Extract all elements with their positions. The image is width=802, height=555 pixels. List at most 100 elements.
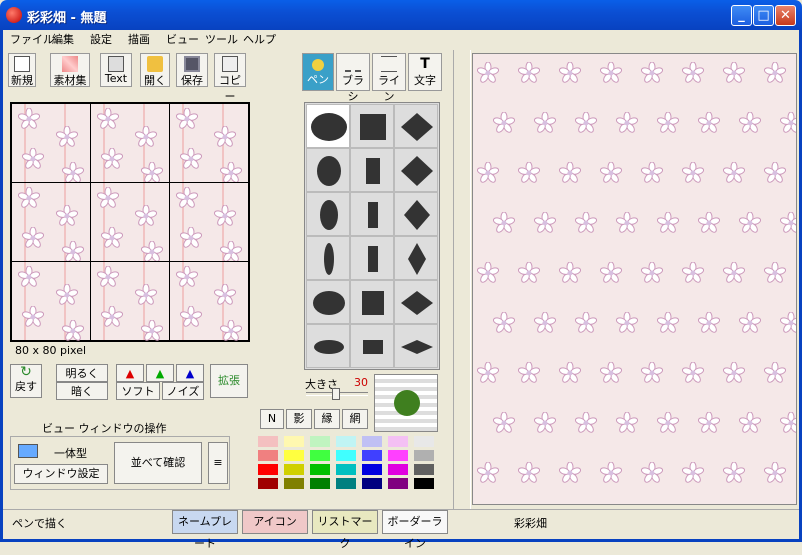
pattern-editor[interactable] bbox=[10, 102, 250, 342]
brush-tool-button[interactable]: ブラシ bbox=[336, 53, 370, 103]
brush-shape-square[interactable] bbox=[350, 148, 394, 192]
color-swatch[interactable] bbox=[414, 436, 434, 447]
app-tomato-icon[interactable] bbox=[6, 7, 22, 23]
soft-button[interactable]: ソフト bbox=[116, 382, 160, 400]
tile-check-button[interactable]: 並べて確認 bbox=[114, 442, 202, 484]
color-swatch[interactable] bbox=[258, 464, 278, 475]
pattern-cell[interactable] bbox=[169, 103, 249, 183]
color-swatch[interactable] bbox=[414, 450, 434, 461]
brush-shape-diamond[interactable] bbox=[394, 324, 438, 368]
brush-shape-circle[interactable] bbox=[306, 236, 350, 280]
brush-shape-diamond[interactable] bbox=[394, 104, 438, 148]
color-swatch[interactable] bbox=[414, 478, 434, 489]
brush-shape-diamond[interactable] bbox=[394, 192, 438, 236]
pattern-cell[interactable] bbox=[11, 103, 91, 183]
maximize-button[interactable]: □ bbox=[753, 5, 774, 26]
color-swatch[interactable] bbox=[284, 464, 304, 475]
color-swatch[interactable] bbox=[258, 436, 278, 447]
material-button[interactable]: 素材集 bbox=[50, 53, 90, 87]
color-swatch[interactable] bbox=[310, 464, 330, 475]
view-menu-button[interactable]: ≡ bbox=[208, 442, 228, 484]
blue-channel-button[interactable]: ▲ bbox=[176, 364, 204, 382]
pen-tool-button[interactable]: ペン bbox=[302, 53, 334, 91]
color-swatch[interactable] bbox=[388, 436, 408, 447]
menu-settings[interactable]: 設定 bbox=[90, 31, 112, 47]
brush-shape-diamond[interactable] bbox=[394, 236, 438, 280]
save-button[interactable]: 保存 bbox=[176, 53, 208, 87]
pattern-cell[interactable] bbox=[11, 261, 91, 341]
color-swatch[interactable] bbox=[284, 436, 304, 447]
color-swatch[interactable] bbox=[284, 478, 304, 489]
color-swatch[interactable] bbox=[336, 464, 356, 475]
panel-splitter[interactable] bbox=[453, 50, 471, 510]
brush-shape-circle[interactable] bbox=[306, 104, 350, 148]
brush-shape-square[interactable] bbox=[350, 104, 394, 148]
expand-button[interactable]: 拡張 bbox=[210, 364, 248, 398]
brush-shape-circle[interactable] bbox=[306, 280, 350, 324]
tab-icon[interactable]: アイコン bbox=[242, 510, 308, 534]
minimize-button[interactable]: _ bbox=[731, 5, 752, 26]
menu-file[interactable]: ファイル bbox=[10, 31, 54, 47]
menu-draw[interactable]: 描画 bbox=[128, 31, 150, 47]
color-palette[interactable] bbox=[258, 436, 438, 491]
brush-shape-square[interactable] bbox=[350, 192, 394, 236]
new-button[interactable]: 新規 bbox=[8, 53, 36, 87]
color-swatch[interactable] bbox=[362, 478, 382, 489]
char-tool-button[interactable]: T 文字 bbox=[408, 53, 442, 91]
color-swatch[interactable] bbox=[258, 450, 278, 461]
color-swatch[interactable] bbox=[336, 450, 356, 461]
color-swatch[interactable] bbox=[336, 478, 356, 489]
menu-edit[interactable]: 編集 bbox=[52, 31, 74, 47]
pattern-cell[interactable] bbox=[169, 261, 249, 341]
pattern-cell[interactable] bbox=[11, 182, 91, 262]
menu-tool[interactable]: ツール bbox=[205, 31, 238, 47]
brush-shape-circle[interactable] bbox=[306, 324, 350, 368]
pattern-cell[interactable] bbox=[90, 182, 170, 262]
undo-button[interactable]: ↻ 戻す bbox=[10, 364, 42, 398]
noise-button[interactable]: ノイズ bbox=[162, 382, 204, 400]
mode-net-button[interactable]: 網 bbox=[342, 409, 368, 429]
darken-button[interactable]: 暗く bbox=[56, 382, 108, 400]
color-swatch[interactable] bbox=[388, 478, 408, 489]
tab-nameplate[interactable]: ネームプレート bbox=[172, 510, 238, 550]
color-swatch[interactable] bbox=[284, 450, 304, 461]
menu-view[interactable]: ビュー bbox=[166, 31, 199, 47]
menu-help[interactable]: ヘルプ bbox=[243, 31, 276, 47]
tab-borderline[interactable]: ボーダーライン bbox=[382, 510, 448, 550]
color-swatch[interactable] bbox=[336, 436, 356, 447]
open-button[interactable]: 開く bbox=[140, 53, 170, 87]
color-swatch[interactable] bbox=[362, 436, 382, 447]
brush-shape-square[interactable] bbox=[350, 324, 394, 368]
window-settings-button[interactable]: ウィンドウ設定 bbox=[14, 464, 108, 484]
color-swatch[interactable] bbox=[362, 464, 382, 475]
brush-shape-circle[interactable] bbox=[306, 148, 350, 192]
brush-shape-diamond[interactable] bbox=[394, 148, 438, 192]
green-channel-button[interactable]: ▲ bbox=[146, 364, 174, 382]
brush-shape-diamond[interactable] bbox=[394, 280, 438, 324]
red-channel-button[interactable]: ▲ bbox=[116, 364, 144, 382]
mode-shadow-button[interactable]: 影 bbox=[286, 409, 312, 429]
line-tool-button[interactable]: ライン bbox=[372, 53, 406, 103]
color-swatch[interactable] bbox=[362, 450, 382, 461]
color-swatch[interactable] bbox=[388, 450, 408, 461]
mode-normal-button[interactable]: N bbox=[260, 409, 284, 429]
brighten-button[interactable]: 明るく bbox=[56, 364, 108, 382]
tab-listmark[interactable]: リストマーク bbox=[312, 510, 378, 550]
color-swatch[interactable] bbox=[388, 464, 408, 475]
pattern-cell[interactable] bbox=[90, 103, 170, 183]
copy-button[interactable]: コピー bbox=[214, 53, 246, 103]
brush-shape-square[interactable] bbox=[350, 236, 394, 280]
pattern-cell[interactable] bbox=[90, 261, 170, 341]
mode-edge-button[interactable]: 縁 bbox=[314, 409, 340, 429]
brush-shape-square[interactable] bbox=[350, 280, 394, 324]
color-swatch[interactable] bbox=[310, 450, 330, 461]
brush-shape-circle[interactable] bbox=[306, 192, 350, 236]
color-swatch[interactable] bbox=[414, 464, 434, 475]
color-swatch[interactable] bbox=[310, 478, 330, 489]
color-swatch[interactable] bbox=[310, 436, 330, 447]
size-slider-thumb[interactable] bbox=[332, 388, 340, 400]
close-button[interactable]: ✕ bbox=[775, 5, 796, 26]
text-button[interactable]: Text bbox=[100, 53, 132, 87]
pattern-cell[interactable] bbox=[169, 182, 249, 262]
color-swatch[interactable] bbox=[258, 478, 278, 489]
